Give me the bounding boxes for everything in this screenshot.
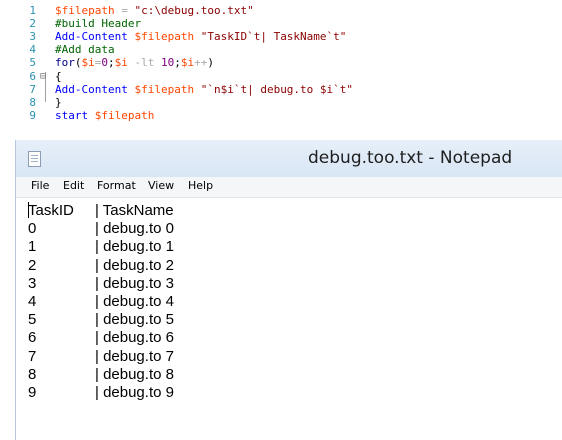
- task-name-cell: | debug.to 0: [95, 220, 174, 238]
- window-title: debug.too.txt - Notepad: [308, 148, 513, 168]
- code-text: #Add data: [55, 43, 115, 56]
- code-token: ;: [108, 56, 115, 70]
- code-token: {: [55, 69, 62, 83]
- line-number: 9: [29, 108, 36, 122]
- code-token: "`n$i`t| debug.to $i`t": [200, 82, 354, 96]
- menu-format[interactable]: Format: [97, 179, 136, 193]
- task-name-cell: | debug.to 3: [95, 274, 174, 292]
- code-line[interactable]: 3 Add-Content $filepath "TaskID`t| TaskNa…: [0, 30, 562, 43]
- line-number: 2: [29, 17, 36, 31]
- code-token: ): [207, 56, 214, 70]
- task-name-cell: | debug.to 6: [95, 329, 174, 347]
- code-token: $filepath: [134, 82, 195, 96]
- script-editor[interactable]: 1 $filepath = "c:\debug.too.txt" 2 #build H…: [0, 0, 562, 124]
- task-name-cell: | debug.to 8: [95, 365, 174, 383]
- code-token: (: [74, 56, 82, 70]
- code-token: $filepath: [94, 108, 155, 122]
- code-token: 10: [161, 56, 175, 70]
- code-line[interactable]: 6 ⊟ {: [0, 70, 562, 83]
- task-id-cell: 9: [28, 384, 37, 401]
- task-name-cell: | debug.to 2: [95, 256, 174, 274]
- code-token: "c:\debug.too.txt": [134, 4, 254, 17]
- code-token: start: [55, 108, 89, 122]
- line-number: 8: [29, 95, 36, 109]
- text-editing-area[interactable]: TaskID | TaskName 0 | debug.to 0 1 | debug.to…: [16, 198, 562, 440]
- code-token: for: [55, 56, 75, 70]
- code-token: -lt: [127, 56, 161, 70]
- menu-help[interactable]: Help: [188, 179, 213, 193]
- title-bar[interactable]: debug.too.txt - Notepad: [16, 140, 562, 177]
- notepad-icon[interactable]: [28, 151, 41, 167]
- code-line[interactable]: 5 for($i=0;$i -lt 10;$i++): [0, 56, 562, 69]
- line-number: 5: [29, 56, 36, 70]
- task-name-cell: | debug.to 4: [95, 293, 174, 310]
- task-id-cell: 2: [28, 256, 37, 274]
- code-text: for($i=0;$i -lt 10;$i++): [55, 56, 214, 69]
- menu-file[interactable]: File: [31, 179, 49, 193]
- code-text: $filepath = "c:\debug.too.txt": [55, 4, 254, 17]
- code-text: start $filepath: [55, 109, 154, 122]
- menu-bar: File Edit Format View Help: [16, 177, 562, 198]
- task-id-cell: 6: [28, 329, 37, 347]
- menu-view[interactable]: View: [148, 179, 174, 193]
- code-text: {: [55, 70, 62, 83]
- code-line[interactable]: 8}: [0, 96, 562, 109]
- code-token: $filepath: [134, 30, 195, 44]
- task-name-cell: | debug.to 7: [95, 347, 174, 365]
- code-token: #Add data: [55, 43, 115, 57]
- task-id-cell: 8: [28, 365, 37, 383]
- code-token: $i: [180, 56, 195, 70]
- code-text: Add-Content $filepath "TaskID`t| TaskNam…: [55, 30, 346, 43]
- code-line[interactable]: 1 $filepath = "c:\debug.too.txt": [0, 4, 562, 17]
- code-token: $filepath: [55, 4, 115, 17]
- menu-edit[interactable]: Edit: [63, 179, 84, 193]
- task-id-cell: 4: [28, 293, 37, 310]
- code-token: Add-Content: [55, 30, 128, 44]
- code-token: Add-Content: [55, 82, 128, 96]
- task-id-cell: 5: [28, 311, 37, 329]
- line-number: 7: [29, 82, 36, 96]
- task-id-cell: 0: [28, 220, 37, 238]
- code-token: $i: [81, 56, 95, 70]
- task-id-cell: 3: [28, 274, 37, 292]
- code-token: ;: [174, 56, 181, 70]
- task-name-cell: | debug.to 9: [95, 384, 174, 401]
- task-name-cell: | debug.to 5: [95, 311, 174, 329]
- code-token: =: [114, 4, 135, 17]
- code-line[interactable]: 2 #build Header: [0, 17, 562, 30]
- code-line[interactable]: 4 #Add data: [0, 43, 562, 56]
- collapse-icon[interactable]: ⊟: [40, 70, 51, 83]
- task-name-cell: | debug.to 1: [95, 238, 174, 256]
- code-token: 0: [101, 56, 108, 70]
- task-name-cell: | TaskName: [95, 202, 174, 219]
- code-text: #build Header: [55, 17, 141, 30]
- code-token: #build Header: [55, 17, 142, 31]
- code-token: ++: [194, 56, 208, 70]
- code-token: "TaskID`t| TaskName`t": [200, 30, 347, 44]
- code-text: Add-Content $filepath "`n$i`t| debug.to …: [55, 83, 353, 96]
- code-line[interactable]: 7 Add-Content $filepath "`n$i`t| debug.to…: [0, 83, 562, 96]
- line-number: 1: [29, 4, 36, 17]
- code-line[interactable]: 9 start $filepath: [0, 109, 562, 122]
- code-token: }: [55, 95, 62, 109]
- line-number: 4: [29, 43, 36, 57]
- task-id-cell: 7: [28, 347, 37, 365]
- code-token: $i: [114, 56, 128, 70]
- task-id-cell: 1: [28, 238, 37, 256]
- line-number: 3: [29, 30, 36, 44]
- code-text: }: [55, 96, 62, 109]
- notepad-window: debug.too.txt - Notepad File Edit Format…: [15, 140, 562, 440]
- line-number: 6: [29, 69, 36, 83]
- task-id-cell: TaskID: [28, 202, 74, 219]
